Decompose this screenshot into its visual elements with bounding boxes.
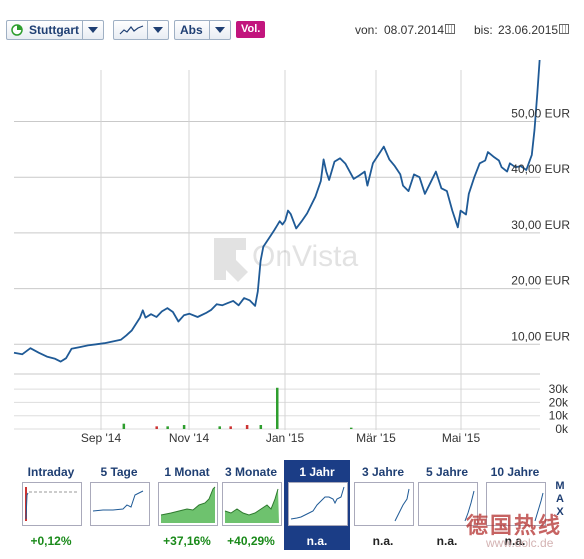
chevron-down-icon[interactable]	[209, 21, 230, 39]
period-thumbnail	[222, 482, 282, 526]
period-change: +37,16%	[163, 534, 211, 548]
max-letter: A	[556, 493, 564, 505]
period-thumbnail	[354, 482, 414, 526]
volume-tick-label: 0k	[555, 422, 569, 436]
period-change: n.a.	[372, 534, 394, 548]
volume-tick-label: 20k	[549, 395, 569, 409]
volume-tick-label: 30k	[549, 382, 569, 396]
x-tick-label: Nov '14	[169, 431, 210, 445]
exchange-label: Stuttgart	[29, 23, 79, 37]
x-tick-label: Mär '15	[356, 431, 396, 445]
period-tab[interactable]: 1 Monat +37,16%	[156, 460, 218, 550]
watermark-logo: OnVista	[214, 238, 358, 282]
volume-bars	[122, 387, 353, 429]
period-thumbnail	[288, 482, 348, 526]
volume-bar	[349, 427, 353, 429]
volume-bar	[276, 387, 279, 429]
chevron-down-icon[interactable]	[147, 21, 168, 39]
period-change: +40,29%	[227, 534, 275, 548]
period-tab-selected[interactable]: 1 Jahr n.a.	[284, 460, 350, 550]
to-label: bis:	[474, 23, 493, 37]
scale-label: Abs	[180, 23, 203, 37]
period-thumbnail	[22, 482, 82, 526]
calendar-icon[interactable]	[445, 24, 455, 34]
period-tab[interactable]: Intraday +0,12%	[20, 460, 82, 550]
period-label: 5 Tage	[100, 465, 138, 479]
period-tab[interactable]: 5 Tage	[88, 460, 150, 550]
volume-bar	[155, 426, 158, 429]
volume-toggle-button[interactable]: Vol.	[236, 21, 266, 38]
period-label: 1 Monat	[164, 465, 210, 479]
y-tick-label: 20,00 EUR	[511, 274, 570, 288]
from-label: von:	[355, 23, 378, 37]
max-letter: M	[555, 480, 565, 492]
volume-bar	[122, 423, 126, 429]
x-tick-label: Jan '15	[266, 431, 305, 445]
period-tab[interactable]: 3 Jahre n.a.	[352, 460, 414, 550]
period-label: 5 Jahre	[425, 465, 469, 479]
to-date-field[interactable]: 23.06.2015	[498, 23, 558, 37]
volume-bar	[229, 426, 232, 429]
y-tick-label: 10,00 EUR	[511, 329, 570, 343]
exchange-status-icon	[11, 24, 23, 36]
volume-bar	[182, 425, 186, 429]
period-label: Intraday	[27, 465, 75, 479]
volume-bar	[218, 426, 221, 429]
calendar-icon[interactable]	[559, 24, 569, 34]
period-label: 10 Jahre	[490, 465, 540, 479]
period-tab[interactable]: 3 Monate +40,29%	[220, 460, 282, 550]
volume-bar	[166, 426, 169, 429]
volume-bar	[259, 425, 263, 429]
volume-axis: 0k10k20k30k	[549, 382, 569, 436]
time-axis: Sep '14 Nov '14 Jan '15 Mär '15 Mai '15	[81, 431, 481, 445]
period-label: 3 Jahre	[361, 465, 405, 479]
y-tick-label: 50,00 EUR	[511, 107, 570, 121]
period-label: 1 Jahr	[299, 465, 335, 479]
exchange-select[interactable]: Stuttgart	[6, 20, 104, 40]
price-axis: 10,00 EUR 20,00 EUR 30,00 EUR 40,00 EUR 50,0…	[511, 107, 570, 344]
volume-bar	[245, 425, 249, 429]
line-chart-icon	[119, 25, 144, 35]
y-tick-label: 30,00 EUR	[511, 218, 570, 232]
period-change: n.a.	[306, 534, 328, 548]
chart-toolbar: Stuttgart Abs Vol. von: 08.07.2014 bis: …	[0, 0, 584, 60]
x-tick-label: Sep '14	[81, 431, 122, 445]
price-chart: OnVista 10,00 EUR 20,00 EUR 30,00 EUR 40,00…	[13, 60, 570, 445]
period-label: 3 Monate	[224, 465, 277, 479]
from-date-field[interactable]: 08.07.2014	[384, 23, 444, 37]
x-tick-label: Mai '15	[442, 431, 481, 445]
volume-tick-label: 10k	[549, 409, 569, 423]
site-url-watermark: www.dolc.de	[486, 536, 554, 550]
chevron-down-icon[interactable]	[82, 21, 103, 39]
scale-select[interactable]: Abs	[174, 20, 231, 40]
watermark-text: OnVista	[252, 240, 358, 273]
chart-type-select[interactable]	[113, 20, 169, 40]
period-thumbnail	[90, 482, 150, 526]
period-change: +0,12%	[30, 534, 72, 548]
period-thumbnail	[158, 482, 218, 526]
y-tick-label: 40,00 EUR	[511, 162, 570, 176]
